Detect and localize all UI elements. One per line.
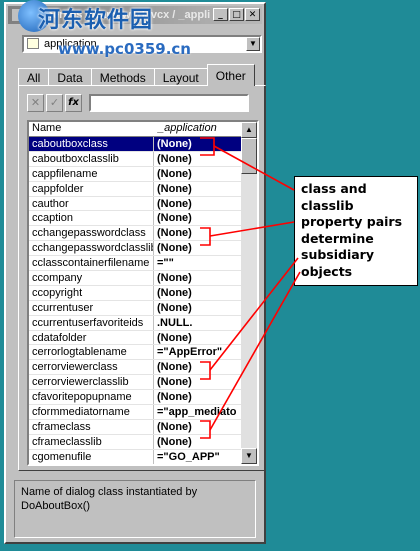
- property-value[interactable]: (None): [154, 271, 245, 285]
- minimize-button[interactable]: _: [213, 8, 228, 21]
- property-value[interactable]: (None): [154, 390, 245, 404]
- property-name: cclasscontainerfilename: [29, 256, 154, 271]
- chevron-down-icon[interactable]: ▼: [246, 37, 260, 51]
- watermark-url: www.pc0359.cn: [58, 40, 191, 58]
- property-value[interactable]: (None): [154, 226, 245, 240]
- scroll-down-icon[interactable]: ▼: [241, 448, 257, 464]
- property-name: cerrorlogtablename: [29, 345, 154, 360]
- property-row[interactable]: cauthor (None): [29, 196, 245, 212]
- description-pane: Name of dialog class instantiated by DoA…: [14, 480, 256, 538]
- grid-header: Name _application: [29, 122, 245, 137]
- property-value[interactable]: (None): [154, 331, 245, 345]
- property-name: cerrorviewerclasslib: [29, 375, 154, 390]
- property-value[interactable]: (None): [154, 241, 245, 255]
- scroll-thumb[interactable]: [241, 138, 257, 174]
- property-name: cchangepasswordclasslib: [29, 241, 154, 256]
- property-name: cauthor: [29, 196, 154, 211]
- property-value[interactable]: (None): [154, 211, 245, 225]
- property-value[interactable]: ="app_mediato: [154, 405, 245, 419]
- property-name: cchangepasswordclass: [29, 226, 154, 241]
- property-row[interactable]: ccompany (None): [29, 271, 245, 286]
- property-rows: Name _application caboutboxclass (None) ca…: [29, 122, 245, 464]
- property-row[interactable]: cchangepasswordclasslib (None): [29, 241, 245, 257]
- header-name: Name: [32, 122, 62, 134]
- title-buttons: _ □ ✕: [213, 8, 260, 21]
- property-row[interactable]: ccurrentuserfavoriteids .NULL.: [29, 315, 245, 331]
- tab-panel: ✕ ✓ fx Name _application caboutboxclass(…: [18, 85, 266, 471]
- vertical-scrollbar[interactable]: ▲ ▼: [241, 122, 257, 464]
- property-row[interactable]: cformmediatorname ="app_mediato: [29, 405, 245, 420]
- maximize-button[interactable]: □: [229, 8, 244, 21]
- property-value[interactable]: ="GO_APP": [154, 450, 245, 464]
- properties-window: Properties - framework.vcx / _appli _ □ …: [4, 2, 266, 544]
- property-row[interactable]: cframeclass (None): [29, 419, 245, 435]
- tab-other[interactable]: Other: [206, 64, 255, 86]
- property-row[interactable]: ccurrentuser (None): [29, 300, 245, 316]
- tab-all[interactable]: All: [18, 68, 50, 86]
- property-value[interactable]: (None): [154, 420, 245, 434]
- property-row[interactable]: cdatafolder (None): [29, 330, 245, 346]
- property-value[interactable]: (None): [154, 182, 245, 196]
- property-name: ccurrentuser: [29, 300, 154, 315]
- property-value[interactable]: ="AppError": [154, 345, 245, 359]
- accept-icon[interactable]: ✓: [46, 94, 63, 112]
- property-value[interactable]: .NULL.: [154, 316, 245, 330]
- property-name: cappfilename: [29, 166, 154, 181]
- property-name: cerrorviewerclass: [29, 360, 154, 375]
- property-name: cgomenufile: [29, 449, 154, 464]
- close-button[interactable]: ✕: [245, 8, 260, 21]
- property-row[interactable]: cgomenufile ="GO_APP": [29, 449, 245, 464]
- property-value[interactable]: (None): [154, 152, 245, 166]
- property-name: ccompany: [29, 271, 154, 285]
- property-value[interactable]: (None): [154, 301, 245, 315]
- cancel-icon[interactable]: ✕: [27, 94, 44, 112]
- property-row[interactable]: cerrorviewerclass (None): [29, 360, 245, 376]
- function-icon[interactable]: fx: [65, 94, 82, 112]
- annotation-callout: class and classlib property pairs determ…: [294, 176, 418, 286]
- property-value[interactable]: ="": [154, 256, 245, 270]
- property-row[interactable]: cappfilename (None): [29, 166, 245, 182]
- property-value[interactable]: (None): [154, 137, 245, 151]
- property-row[interactable]: cerrorlogtablename ="AppError": [29, 345, 245, 361]
- scroll-up-icon[interactable]: ▲: [241, 122, 257, 138]
- property-name: cdatafolder: [29, 330, 154, 345]
- property-value[interactable]: (None): [154, 197, 245, 211]
- property-row[interactable]: cerrorviewerclasslib (None): [29, 375, 245, 391]
- property-row[interactable]: cchangepasswordclass (None): [29, 226, 245, 242]
- property-value[interactable]: (None): [154, 286, 245, 300]
- property-name: ccurrentuserfavoriteids: [29, 315, 154, 330]
- property-row[interactable]: ccaption (None): [29, 211, 245, 227]
- edit-toolbar: ✕ ✓ fx: [27, 94, 82, 116]
- tab-strip: All Data Methods Layout Other: [18, 64, 255, 86]
- property-name: caboutboxclasslib: [29, 151, 154, 166]
- property-row[interactable]: cclasscontainerfilename ="": [29, 256, 245, 272]
- property-name: cappfolder: [29, 181, 154, 196]
- property-row[interactable]: cfavoritepopupname (None): [29, 390, 245, 406]
- header-value: _application: [158, 122, 217, 134]
- property-name: caboutboxclass: [29, 137, 154, 151]
- property-value[interactable]: (None): [154, 167, 245, 181]
- tab-methods[interactable]: Methods: [90, 68, 155, 86]
- property-value[interactable]: (None): [154, 375, 245, 389]
- property-row[interactable]: cappfolder (None): [29, 181, 245, 197]
- property-value[interactable]: (None): [154, 360, 245, 374]
- tab-layout[interactable]: Layout: [153, 68, 208, 86]
- property-name: ccaption: [29, 211, 154, 226]
- property-value[interactable]: (None): [154, 435, 245, 449]
- property-name: cfavoritepopupname: [29, 390, 154, 405]
- object-icon: [27, 38, 39, 49]
- property-row[interactable]: caboutboxclass (None): [29, 137, 245, 152]
- tab-data[interactable]: Data: [48, 68, 92, 86]
- property-name: cformmediatorname: [29, 405, 154, 419]
- property-row[interactable]: ccopyright (None): [29, 285, 245, 301]
- property-name: ccopyright: [29, 285, 154, 300]
- watermark-text: 河东软件园: [38, 8, 154, 33]
- property-value-input[interactable]: [89, 94, 249, 112]
- property-grid: Name _application caboutboxclass (None) ca…: [27, 120, 259, 466]
- property-row[interactable]: caboutboxclasslib (None): [29, 151, 245, 167]
- watermark-logo: 河东软件园: [18, 0, 152, 34]
- property-row[interactable]: cframeclasslib (None): [29, 434, 245, 450]
- property-name: cframeclasslib: [29, 434, 154, 449]
- property-name: cframeclass: [29, 419, 154, 434]
